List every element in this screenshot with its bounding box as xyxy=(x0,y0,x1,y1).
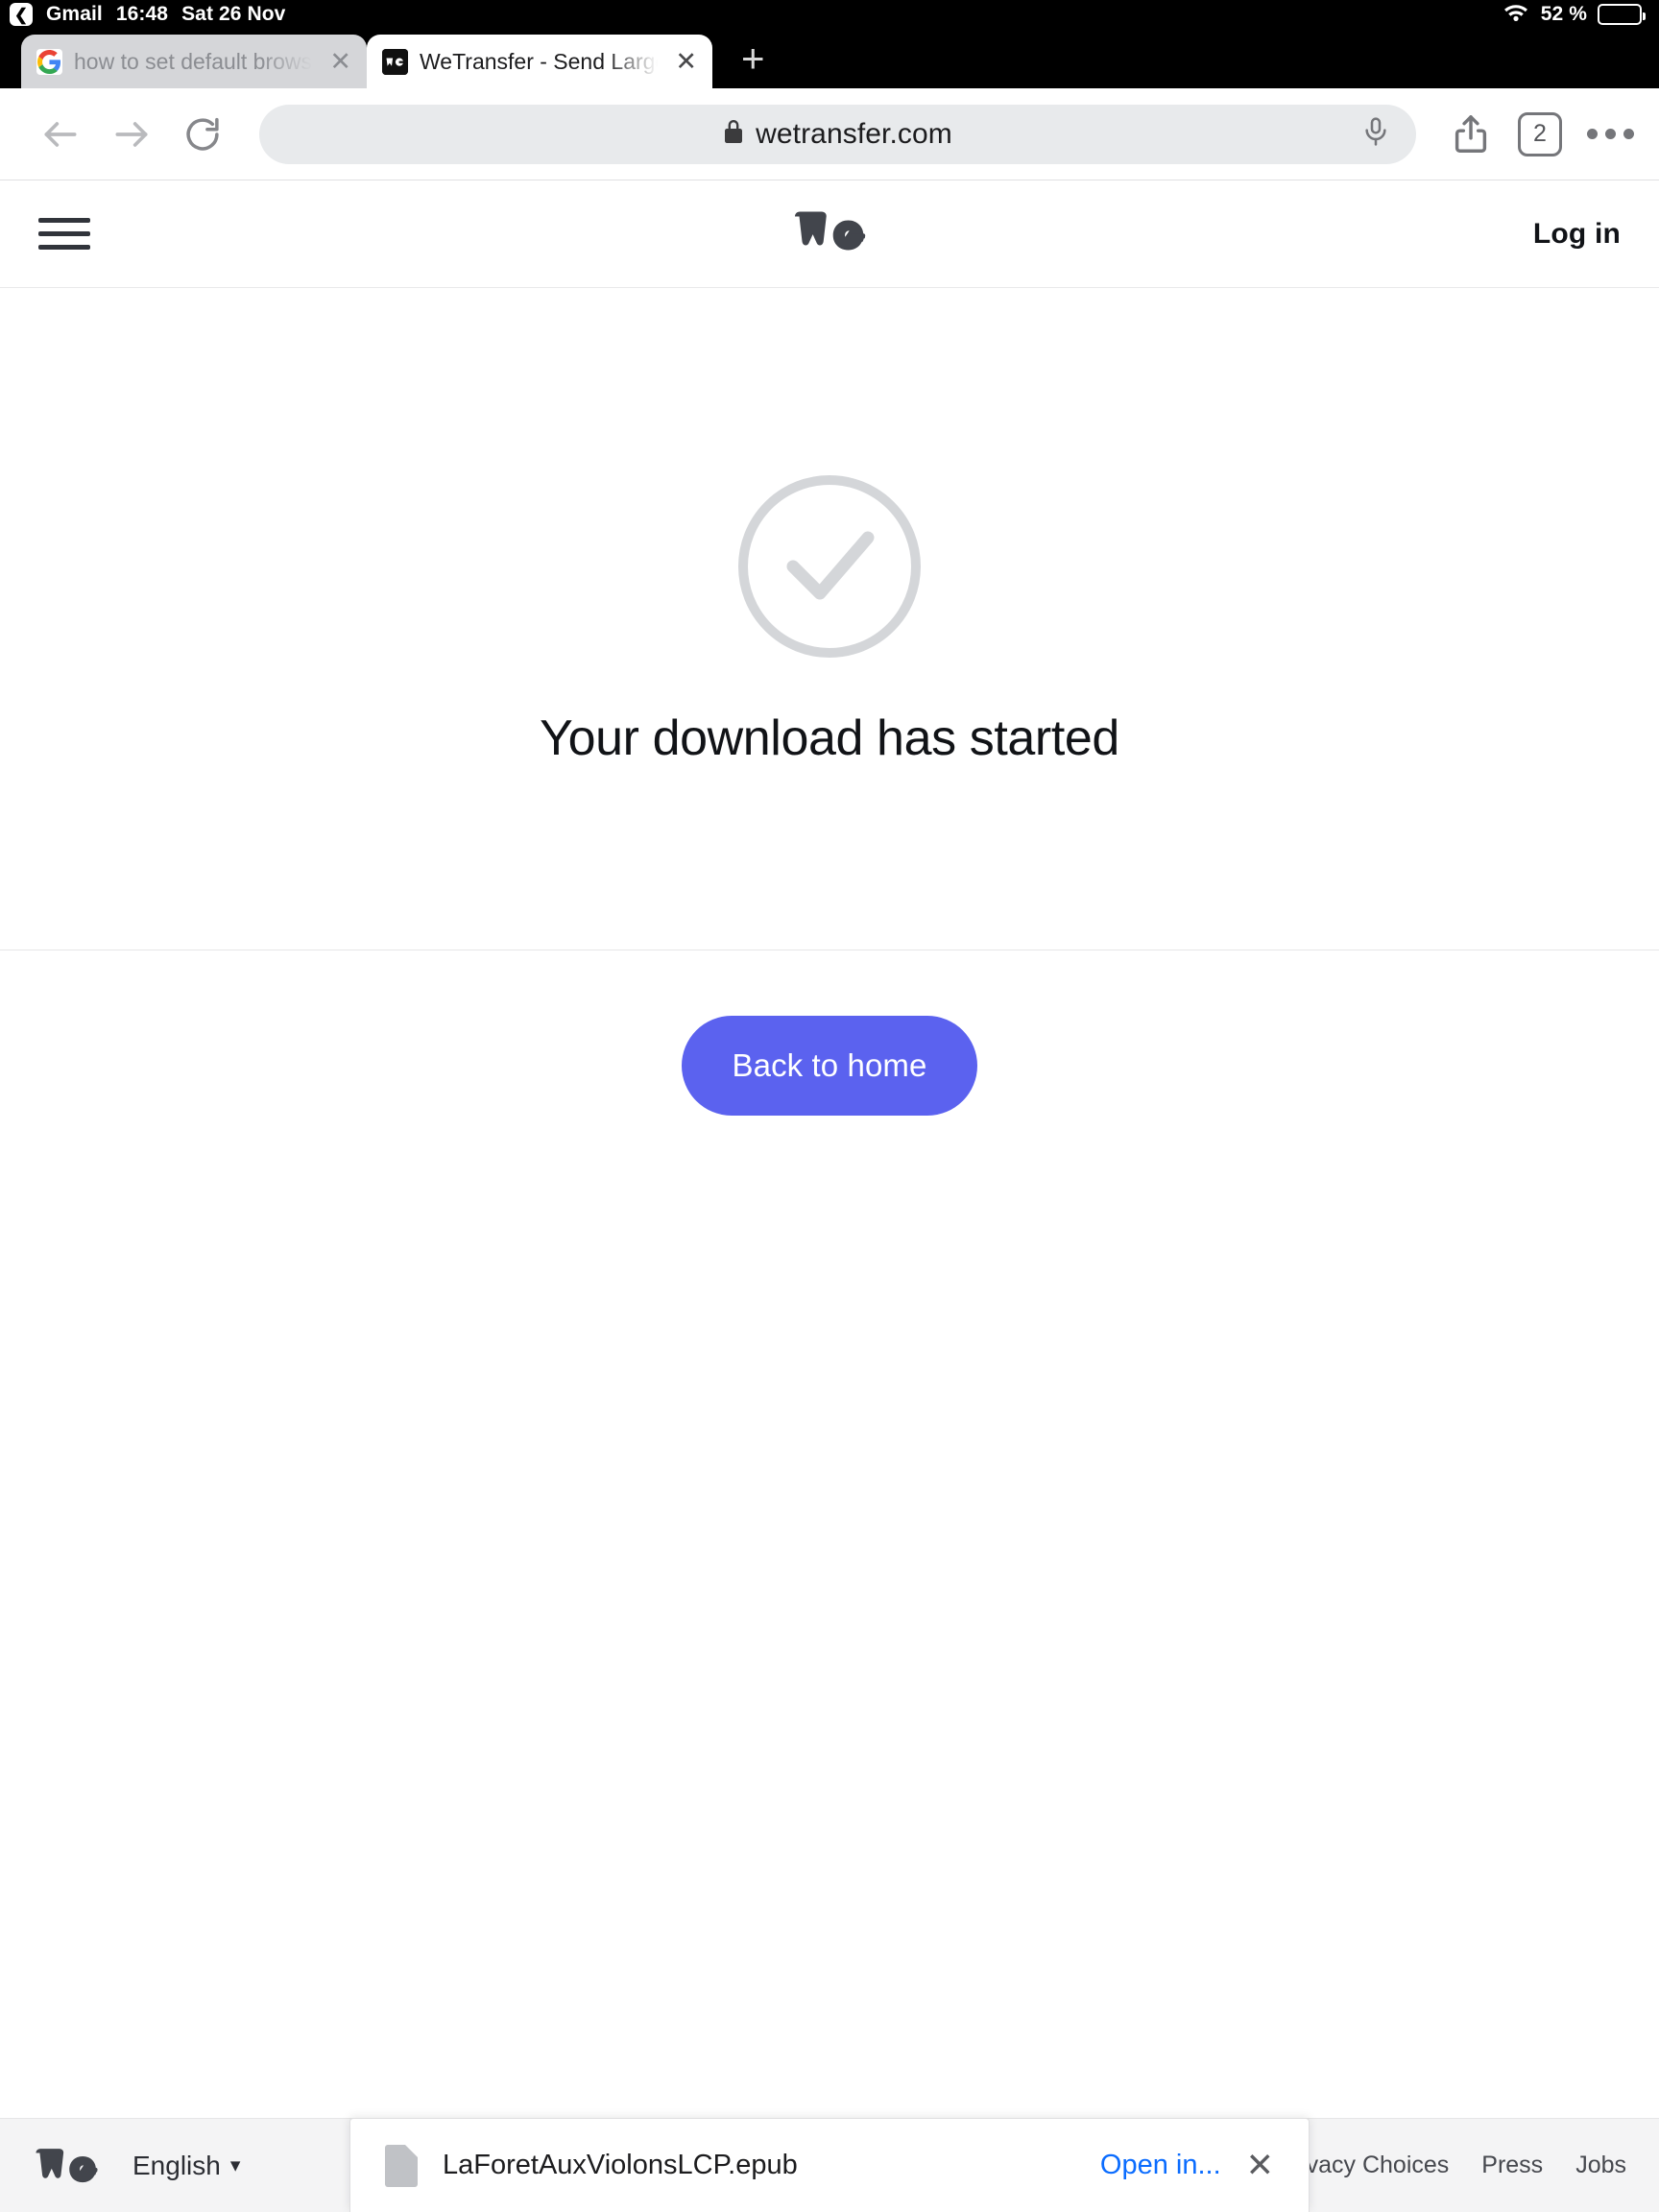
footer-links: vacy Choices Press Jobs xyxy=(1307,2152,1626,2179)
browser-tab-title: how to set default browser xyxy=(74,48,313,74)
login-button[interactable]: Log in xyxy=(1533,218,1621,251)
wifi-icon xyxy=(1502,1,1530,28)
back-to-home-button[interactable]: Back to home xyxy=(682,1016,977,1116)
chevron-left-icon[interactable]: ❮ xyxy=(10,3,33,26)
wetransfer-we-logo[interactable] xyxy=(792,208,867,259)
tab-count-button[interactable]: 2 xyxy=(1518,111,1562,156)
reload-icon[interactable] xyxy=(167,99,238,170)
chevron-down-icon: ▾ xyxy=(229,2154,241,2176)
status-bar-right: 52 % xyxy=(1502,1,1646,28)
battery-icon xyxy=(1598,4,1646,25)
tab-close-icon[interactable]: ✕ xyxy=(324,48,351,75)
arrow-right-icon[interactable] xyxy=(96,99,167,170)
site-header: Log in xyxy=(0,180,1659,288)
microphone-icon[interactable] xyxy=(1360,116,1391,152)
document-icon xyxy=(385,2144,418,2187)
toolbar-actions: 2 xyxy=(1437,111,1634,156)
share-icon[interactable] xyxy=(1449,112,1493,156)
status-bar-time: 16:48 xyxy=(115,3,169,25)
footer-link-press[interactable]: Press xyxy=(1481,2152,1543,2179)
address-bar-url[interactable]: wetransfer.com xyxy=(756,118,952,151)
address-bar-content: wetransfer.com xyxy=(723,118,952,151)
page-content: Log in Your download has started Back to… xyxy=(0,180,1659,2212)
google-icon xyxy=(36,48,62,75)
language-selector[interactable]: English ▾ xyxy=(132,2151,240,2181)
tab-close-icon[interactable]: ✕ xyxy=(669,48,697,75)
wetransfer-we-logo[interactable] xyxy=(33,2146,100,2186)
close-icon[interactable]: ✕ xyxy=(1246,2149,1274,2182)
ios-status-bar: ❮ Gmail 16:48 Sat 26 Nov 52 % xyxy=(0,0,1659,29)
battery-percent-label: 52 % xyxy=(1540,3,1587,25)
page-title: Your download has started xyxy=(540,710,1119,766)
downloaded-file-name: LaForetAuxViolonsLCP.epub xyxy=(443,2150,798,2180)
address-bar[interactable]: wetransfer.com xyxy=(259,104,1416,164)
browser-toolbar: wetransfer.com 2 xyxy=(0,88,1659,180)
back-to-app-label[interactable]: Gmail xyxy=(46,3,103,26)
status-bar-date: Sat 26 Nov xyxy=(181,3,286,25)
open-in-button[interactable]: Open in... xyxy=(1100,2150,1221,2181)
new-tab-button[interactable]: + xyxy=(712,38,765,88)
hamburger-menu-icon[interactable] xyxy=(38,218,90,250)
download-status-section: Your download has started xyxy=(0,288,1659,950)
wetransfer-icon xyxy=(382,48,408,75)
browser-tab-1[interactable]: WeTransfer - Send Large ✕ xyxy=(367,35,712,88)
footer-link-privacy-choices[interactable]: vacy Choices xyxy=(1307,2152,1450,2179)
footer-left: English ▾ xyxy=(33,2146,240,2186)
check-circle-icon xyxy=(733,470,926,667)
ellipsis-icon[interactable] xyxy=(1587,129,1634,139)
browser-tab-strip: how to set default browser ✕ WeTransfer … xyxy=(0,29,1659,88)
lock-icon xyxy=(723,119,744,149)
language-label: English xyxy=(132,2150,221,2180)
browser-tab-title: WeTransfer - Send Large xyxy=(420,48,659,74)
cta-section: Back to home xyxy=(0,950,1659,1181)
arrow-left-icon[interactable] xyxy=(25,99,96,170)
status-bar-left: ❮ Gmail 16:48 Sat 26 Nov xyxy=(10,3,285,26)
download-notification-bar: LaForetAuxViolonsLCP.epub Open in... ✕ xyxy=(349,2118,1310,2212)
browser-tab-0[interactable]: how to set default browser ✕ xyxy=(21,35,367,88)
footer-link-jobs[interactable]: Jobs xyxy=(1575,2152,1626,2179)
